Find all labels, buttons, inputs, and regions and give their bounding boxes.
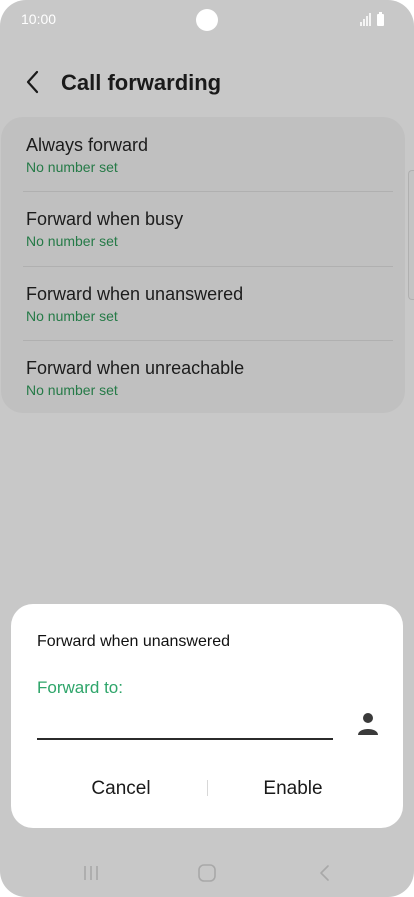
- forward-to-label: Forward to:: [37, 678, 123, 697]
- cancel-button[interactable]: Cancel: [36, 769, 206, 809]
- list-item-forward-when-busy[interactable]: Forward when busy No number set: [1, 191, 405, 265]
- app-header: Call forwarding: [0, 60, 414, 106]
- phone-screen: 10:00 Call forwarding Always forward No …: [0, 0, 414, 897]
- forwarding-options-list: Always forward No number set Forward whe…: [1, 117, 405, 413]
- navigation-bar: [0, 850, 414, 894]
- forward-number-input[interactable]: [37, 708, 333, 740]
- scroll-handle[interactable]: [408, 170, 414, 300]
- enable-button[interactable]: Enable: [208, 769, 378, 809]
- nav-back-icon[interactable]: [314, 862, 336, 884]
- status-time: 10:00: [21, 11, 57, 27]
- list-item-subtitle: No number set: [26, 382, 118, 398]
- status-bar: 10:00: [0, 0, 414, 38]
- list-item-title: Forward when busy: [26, 209, 184, 229]
- home-icon[interactable]: [196, 862, 218, 884]
- forward-dialog: Forward when unanswered Forward to: Canc…: [11, 604, 403, 828]
- page-title: Call forwarding: [61, 70, 222, 95]
- front-camera: [196, 9, 218, 31]
- person-icon[interactable]: [357, 712, 379, 736]
- recent-apps-icon[interactable]: [80, 862, 102, 884]
- signal-battery-icon: [360, 12, 384, 26]
- list-item-title: Forward when unreachable: [26, 358, 245, 378]
- list-item-always-forward[interactable]: Always forward No number set: [1, 117, 405, 191]
- list-item-forward-when-unreachable[interactable]: Forward when unreachable No number set: [1, 340, 405, 414]
- list-item-title: Always forward: [26, 135, 149, 155]
- list-item-forward-when-unanswered[interactable]: Forward when unanswered No number set: [1, 266, 405, 340]
- dialog-title: Forward when unanswered: [37, 633, 230, 650]
- list-item-subtitle: No number set: [26, 308, 118, 324]
- chevron-left-icon[interactable]: [22, 70, 46, 94]
- list-item-subtitle: No number set: [26, 159, 118, 175]
- list-item-title: Forward when unanswered: [26, 284, 244, 304]
- list-item-subtitle: No number set: [26, 233, 118, 249]
